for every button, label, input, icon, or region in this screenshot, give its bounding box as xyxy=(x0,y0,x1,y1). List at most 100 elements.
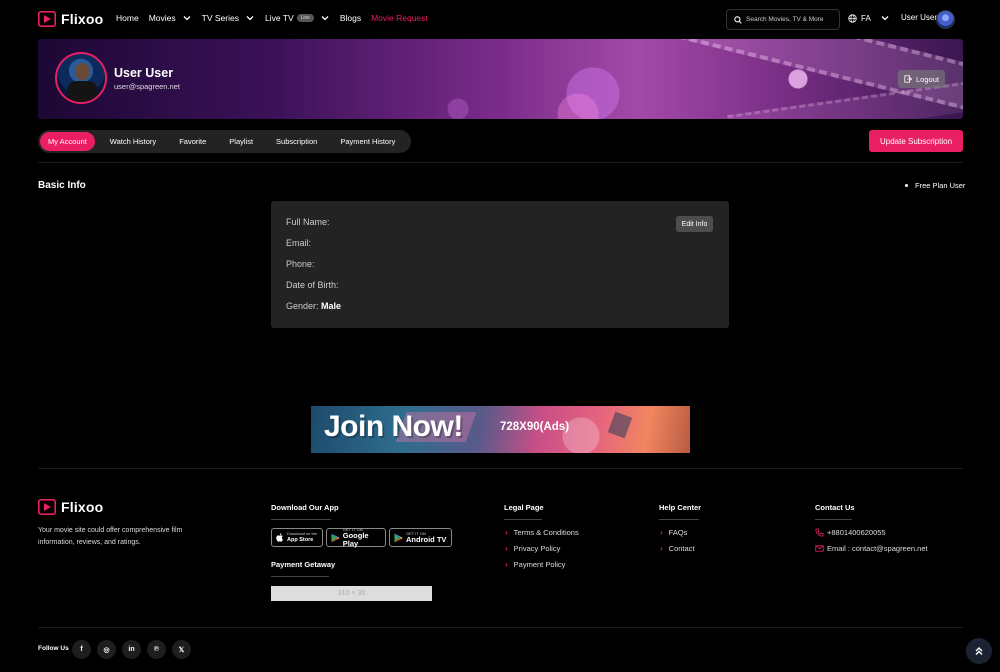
heading-underline xyxy=(271,519,331,520)
update-subscription-button[interactable]: Update Subscription xyxy=(869,130,963,152)
divider xyxy=(38,627,963,628)
nav-home[interactable]: Home xyxy=(116,13,139,23)
logo-play-icon xyxy=(38,499,56,515)
heading-underline xyxy=(271,576,329,577)
info-date-of-birth: Date of Birth: xyxy=(286,280,339,290)
nav-movie-request-label: Movie Request xyxy=(371,13,428,23)
google-play-icon xyxy=(331,533,340,542)
chevron-right-icon: › xyxy=(660,528,663,537)
field-label: Full Name: xyxy=(286,217,330,227)
google-play-badge[interactable]: GET IT ON Google Play xyxy=(326,527,386,548)
chevron-down-icon xyxy=(183,16,191,21)
user-avatar[interactable] xyxy=(936,10,955,29)
tab-subscription[interactable]: Subscription xyxy=(268,132,325,151)
download-title: Download Our App xyxy=(271,503,339,512)
divider xyxy=(38,162,963,163)
info-phone: Phone: xyxy=(286,259,315,269)
contact-email[interactable]: Email : contact@spagreen.net xyxy=(815,544,928,553)
brand-logo[interactable]: Flixoo xyxy=(38,11,103,27)
nav-tv-series-label: TV Series xyxy=(201,13,239,23)
legal-title: Legal Page xyxy=(504,503,544,512)
scroll-to-top-button[interactable] xyxy=(966,638,992,664)
contact-phone[interactable]: +8801400620055 xyxy=(815,528,886,537)
divider xyxy=(38,468,963,469)
linkedin-icon[interactable]: in xyxy=(122,640,141,659)
mail-icon xyxy=(815,545,824,552)
x-icon[interactable]: 𝕏 xyxy=(172,640,191,659)
globe-icon xyxy=(848,13,857,23)
nav-blogs[interactable]: Blogs xyxy=(340,13,361,23)
payment-gateway-placeholder: 310 × 30 xyxy=(271,586,432,601)
app-store-badge[interactable]: Download on the App Store xyxy=(271,528,323,547)
link-privacy[interactable]: › Privacy Policy xyxy=(505,544,560,553)
language-selector[interactable]: FA xyxy=(848,13,890,23)
link-terms[interactable]: › Terms & Conditions xyxy=(505,528,579,537)
nav-blogs-label: Blogs xyxy=(339,13,362,23)
footer-logo[interactable]: Flixoo xyxy=(38,499,103,515)
info-gender: Gender: Male xyxy=(286,301,341,311)
edit-info-button[interactable]: Edit Info xyxy=(676,216,713,232)
store-line2: App Store xyxy=(287,537,314,543)
instagram-icon[interactable]: ◎ xyxy=(97,640,116,659)
field-value: Male xyxy=(321,301,342,311)
nav-home-label: Home xyxy=(116,13,139,23)
facebook-icon[interactable]: f xyxy=(72,640,91,659)
logout-icon xyxy=(904,75,913,83)
search-box[interactable] xyxy=(726,9,840,30)
top-navbar: Flixoo Home Movies TV Series Live TV Liv… xyxy=(0,0,1000,38)
tab-my-account[interactable]: My Account xyxy=(40,132,95,151)
android-tv-badge[interactable]: GET IT ON Android TV xyxy=(389,528,452,547)
double-chevron-up-icon xyxy=(975,647,983,655)
ad-headline: Join Now! xyxy=(324,410,463,443)
chevron-right-icon: › xyxy=(660,544,663,553)
link-label: Terms & Conditions xyxy=(513,528,579,537)
heading-underline xyxy=(815,519,852,520)
brand-name: Flixoo xyxy=(61,499,104,515)
ad-decoration xyxy=(607,411,633,439)
account-tabs: My Account Watch History Favorite Playli… xyxy=(38,130,411,153)
live-badge: Live xyxy=(296,14,314,22)
profile-email: user@spagreen.net xyxy=(114,82,180,91)
tab-payment-history[interactable]: Payment History xyxy=(332,132,403,151)
tab-playlist[interactable]: Playlist xyxy=(221,132,261,151)
ad-size-label: 728X90(Ads) xyxy=(500,421,570,433)
link-payment-policy[interactable]: › Payment Policy xyxy=(505,560,565,569)
link-faqs[interactable]: › FAQs xyxy=(660,528,687,537)
pinterest-icon[interactable]: ℗ xyxy=(147,640,166,659)
ad-banner[interactable]: Join Now! 728X90(Ads) xyxy=(311,406,690,453)
tab-favorite[interactable]: Favorite xyxy=(171,132,214,151)
search-icon xyxy=(734,15,742,24)
chevron-right-icon: › xyxy=(505,560,508,569)
chevron-right-icon: › xyxy=(505,528,508,537)
basic-info-card: Full Name: Email: Phone: Date of Birth: … xyxy=(271,201,729,328)
profile-banner: User User user@spagreen.net Logout xyxy=(38,39,963,119)
field-label: Email: xyxy=(286,238,312,248)
field-label: Date of Birth: xyxy=(286,280,339,290)
nav-movies[interactable]: Movies xyxy=(149,13,192,23)
nav-live-tv[interactable]: Live TV Live xyxy=(265,13,330,23)
bullet-icon xyxy=(905,184,908,187)
help-title: Help Center xyxy=(659,503,702,512)
info-email: Email: xyxy=(286,238,311,248)
link-contact[interactable]: › Contact xyxy=(660,544,695,553)
user-menu-label[interactable]: User User xyxy=(901,13,937,22)
store-line2: Google Play xyxy=(342,531,369,548)
logout-label: Logout xyxy=(916,74,939,84)
plan-status: Free Plan User xyxy=(905,181,965,190)
search-input[interactable] xyxy=(746,16,836,23)
link-label: Privacy Policy xyxy=(513,544,561,553)
email-address: Email : contact@spagreen.net xyxy=(827,544,928,553)
follow-us-label: Follow Us xyxy=(38,645,69,652)
nav-live-tv-label: Live TV xyxy=(264,13,294,23)
nav-tv-series[interactable]: TV Series xyxy=(202,13,255,23)
nav-movie-request[interactable]: Movie Request xyxy=(371,13,428,23)
tab-watch-history[interactable]: Watch History xyxy=(102,132,164,151)
chevron-down-icon xyxy=(321,16,329,21)
logout-button[interactable]: Logout xyxy=(898,70,945,88)
logo-play-icon xyxy=(38,11,56,27)
link-label: Contact xyxy=(668,544,695,553)
brand-name: Flixoo xyxy=(61,11,104,27)
plan-label: Free Plan User xyxy=(915,181,966,190)
footer-description: Your movie site could offer comprehensiv… xyxy=(38,527,183,546)
apple-icon xyxy=(276,533,283,542)
